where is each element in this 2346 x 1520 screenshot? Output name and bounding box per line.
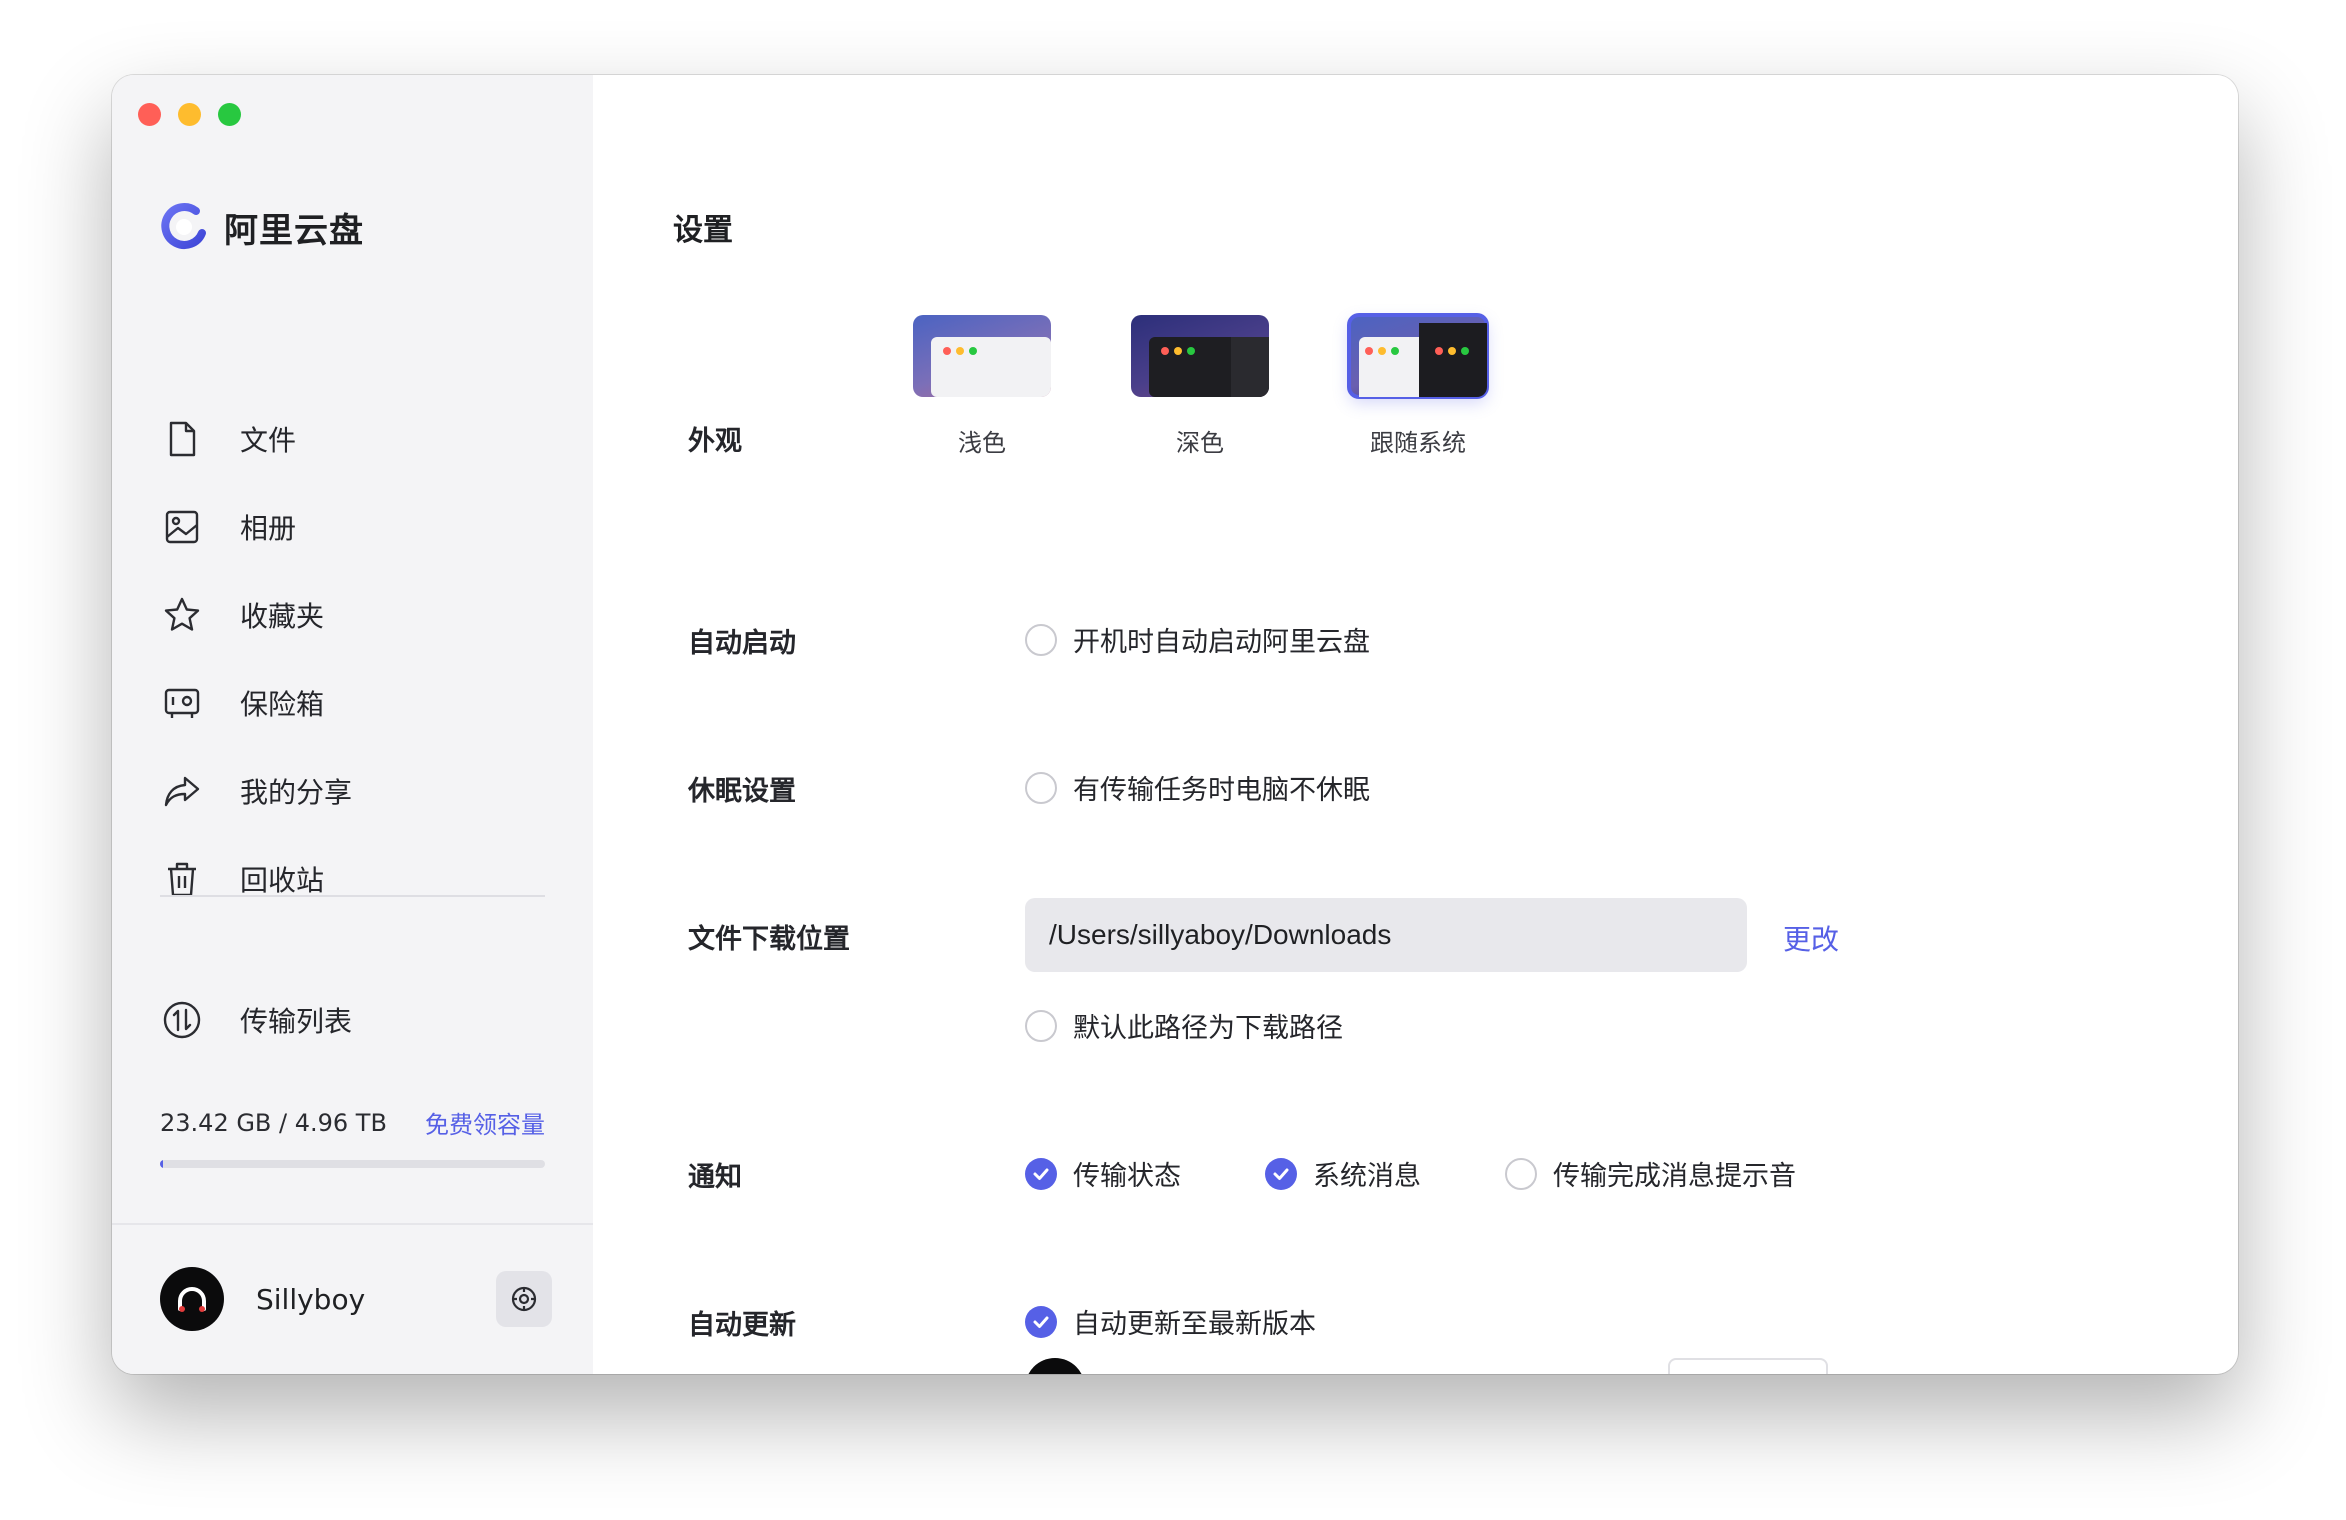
- theme-system-label: 跟随系统: [1370, 429, 1466, 457]
- theme-light-preview: [913, 315, 1051, 397]
- sidebar-item-transfer-list[interactable]: 传输列表: [160, 976, 352, 1064]
- autostart-option-label: 开机时自动启动阿里云盘: [1073, 627, 1370, 658]
- storage-progress-fill: [160, 1160, 164, 1168]
- theme-option-dark[interactable]: 深色: [1131, 315, 1269, 458]
- notify-system-message-label: 系统消息: [1313, 1161, 1421, 1192]
- safe-icon: [160, 681, 204, 725]
- file-icon: [160, 417, 204, 461]
- sidebar-item-label: 相册: [240, 512, 297, 545]
- notify-transfer-status-label: 传输状态: [1073, 1161, 1181, 1192]
- notify-transfer-status-option[interactable]: 传输状态: [1025, 1154, 1181, 1193]
- notify-system-message-checkbox[interactable]: [1265, 1157, 1297, 1190]
- download-path-field[interactable]: [1025, 898, 1747, 972]
- sidebar-item-label: 收藏夹: [240, 600, 325, 633]
- sidebar-item-label: 保险箱: [240, 688, 325, 721]
- app-name: 阿里云盘: [224, 210, 364, 251]
- star-icon: [160, 593, 204, 637]
- checkmark-icon: [1273, 1168, 1289, 1180]
- default-path-option[interactable]: 默认此路径为下载路径: [1025, 1006, 1343, 1045]
- autostart-radio[interactable]: [1025, 623, 1057, 656]
- page-title: 设置: [673, 213, 733, 248]
- autostart-option[interactable]: 开机时自动启动阿里云盘: [1025, 620, 1370, 659]
- download-location-label: 文件下载位置: [688, 924, 850, 955]
- prevent-sleep-radio[interactable]: [1025, 771, 1057, 804]
- storage-panel: 23.42 GB / 4.96 TB 免费领容量: [160, 1105, 545, 1168]
- checkmark-icon: [1033, 1316, 1049, 1328]
- sidebar-item-files[interactable]: 文件: [160, 395, 560, 483]
- sidebar-item-label: 回收站: [240, 864, 325, 897]
- storage-usage-text: 23.42 GB / 4.96 TB: [160, 1108, 387, 1137]
- avatar-headphones-icon: [178, 1287, 206, 1312]
- sleep-label: 休眠设置: [688, 776, 796, 807]
- minimize-window-button[interactable]: [178, 103, 201, 126]
- share-icon: [160, 769, 204, 813]
- notify-transfer-status-checkbox[interactable]: [1025, 1157, 1057, 1190]
- settings-button[interactable]: [496, 1271, 552, 1327]
- autostart-label: 自动启动: [688, 628, 796, 659]
- sidebar-item-my-shares[interactable]: 我的分享: [160, 747, 560, 835]
- sidebar-item-safe[interactable]: 保险箱: [160, 659, 560, 747]
- zoom-window-button[interactable]: [218, 103, 241, 126]
- close-window-button[interactable]: [138, 103, 161, 126]
- get-free-storage-link[interactable]: 免费领容量: [425, 1105, 545, 1140]
- sidebar-item-label: 我的分享: [240, 776, 353, 809]
- theme-dark-label: 深色: [1176, 429, 1224, 457]
- username: Sillyboy: [256, 1282, 366, 1316]
- avatar[interactable]: [160, 1267, 224, 1331]
- sidebar-nav: 文件 相册 收藏夹 保险箱 我的分享 回收站: [160, 395, 560, 923]
- autoupdate-checkbox[interactable]: [1025, 1305, 1057, 1338]
- theme-system-preview: [1347, 313, 1489, 399]
- checkmark-icon: [1033, 1168, 1049, 1180]
- partial-button[interactable]: [1668, 1358, 1828, 1374]
- window-controls: [138, 103, 241, 126]
- default-path-radio[interactable]: [1025, 1009, 1057, 1042]
- sidebar-item-favorites[interactable]: 收藏夹: [160, 571, 560, 659]
- prevent-sleep-option-label: 有传输任务时电脑不休眠: [1073, 775, 1370, 806]
- theme-option-light[interactable]: 浅色: [913, 315, 1051, 458]
- autoupdate-option-label: 自动更新至最新版本: [1073, 1309, 1316, 1340]
- gear-icon: [511, 1286, 537, 1312]
- sidebar-item-label: 传输列表: [240, 1005, 353, 1038]
- partial-avatar: [1025, 1358, 1085, 1374]
- theme-option-follow-system[interactable]: 跟随系统: [1347, 313, 1489, 458]
- sidebar-divider: [160, 895, 545, 897]
- sidebar-item-recycle-bin[interactable]: 回收站: [160, 835, 560, 923]
- notify-sound-option[interactable]: 传输完成消息提示音: [1505, 1154, 1796, 1193]
- sidebar-item-label: 文件: [240, 424, 297, 457]
- brand: 阿里云盘: [158, 201, 364, 253]
- photo-album-icon: [160, 505, 204, 549]
- transfer-icon: [160, 998, 204, 1042]
- autoupdate-option[interactable]: 自动更新至最新版本: [1025, 1302, 1316, 1341]
- app-window: 阿里云盘 文件 相册 收藏夹 保险箱 我的分享 回收站 传输列表 23.42 G…: [112, 75, 2238, 1374]
- settings-panel: 设置 外观 浅色 深色 跟随系统 自动启动 开机时自动启动阿里云盘 休眠设置 有…: [593, 75, 2238, 1374]
- sidebar-item-photos[interactable]: 相册: [160, 483, 560, 571]
- autoupdate-label: 自动更新: [688, 1310, 796, 1341]
- app-logo-icon: [161, 203, 206, 249]
- notification-label: 通知: [688, 1162, 742, 1193]
- change-path-link[interactable]: 更改: [1783, 918, 1839, 958]
- notify-sound-radio[interactable]: [1505, 1157, 1537, 1190]
- notify-system-message-option[interactable]: 系统消息: [1265, 1154, 1421, 1193]
- sidebar-bottom-divider: [112, 1223, 593, 1225]
- storage-progress-bar: [160, 1160, 545, 1168]
- notify-sound-label: 传输完成消息提示音: [1553, 1161, 1796, 1192]
- theme-light-label: 浅色: [958, 429, 1006, 457]
- theme-dark-preview: [1131, 315, 1269, 397]
- user-profile: Sillyboy: [160, 1267, 552, 1331]
- sidebar: 阿里云盘 文件 相册 收藏夹 保险箱 我的分享 回收站 传输列表 23.42 G…: [112, 75, 593, 1374]
- default-path-option-label: 默认此路径为下载路径: [1073, 1013, 1343, 1044]
- theme-options: 浅色 深色 跟随系统: [913, 313, 1489, 458]
- appearance-label: 外观: [688, 426, 742, 457]
- prevent-sleep-option[interactable]: 有传输任务时电脑不休眠: [1025, 768, 1370, 807]
